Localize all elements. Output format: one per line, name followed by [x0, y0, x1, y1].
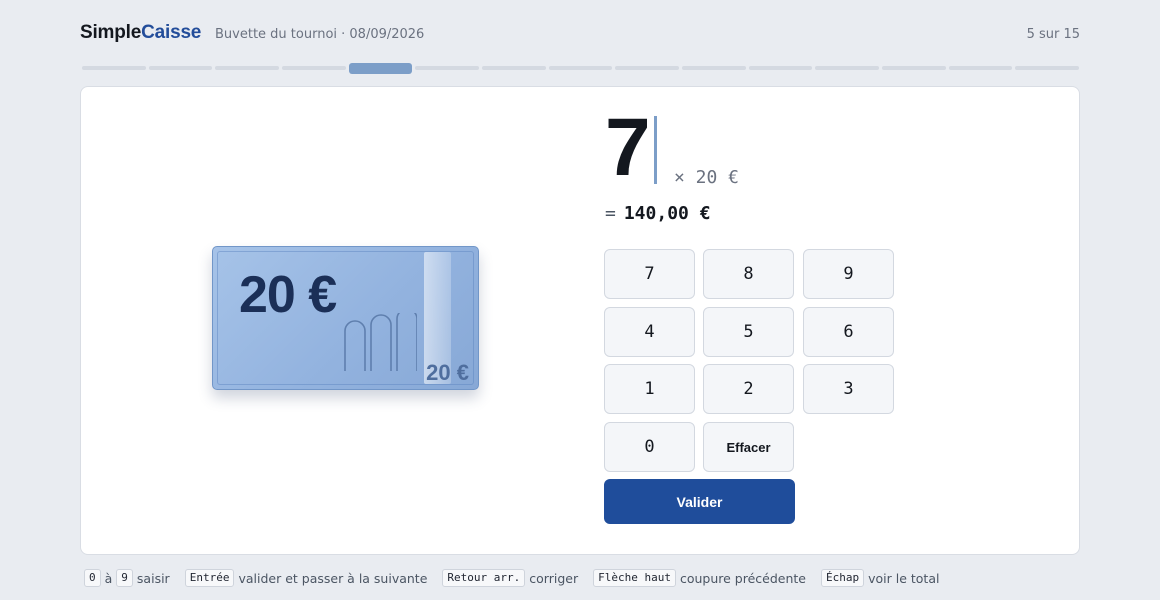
brand-name-part2: Caisse: [141, 22, 202, 43]
progress-step-15: [1015, 66, 1080, 70]
brand-name-part1: Simple: [80, 22, 142, 43]
progress-step-1: [82, 66, 146, 70]
key-1[interactable]: 1: [604, 364, 695, 414]
progress-step-14: [948, 66, 1013, 70]
key-7[interactable]: 7: [604, 249, 695, 299]
key-0[interactable]: 0: [604, 422, 695, 472]
hint-enter-action: valider et passer à la suivante: [238, 570, 428, 586]
progress-step-2: [148, 66, 213, 70]
banknote-image: 20 € 20 €: [212, 246, 479, 390]
hint-key-up: Flèche haut: [593, 569, 676, 587]
count-card: 20 € 20 € 7 × 20 € = 140,00 € 7 8 9 4 5 6…: [80, 86, 1080, 555]
quantity-display[interactable]: 7: [605, 107, 651, 189]
total-amount: 140,00 €: [623, 203, 711, 224]
hint-key-backspace: Retour arr.: [442, 569, 526, 587]
brand-logo: SimpleCaisse: [80, 22, 201, 44]
hint-digit-action: saisir: [136, 570, 170, 586]
validate-button[interactable]: Valider: [604, 479, 795, 524]
key-8[interactable]: 8: [703, 249, 794, 299]
step-counter: 5 sur 15: [1026, 27, 1080, 42]
key-2[interactable]: 2: [703, 364, 794, 414]
key-4[interactable]: 4: [604, 307, 695, 357]
unit-multiplier: × 20 €: [674, 167, 740, 188]
hint-backspace-action: corriger: [529, 570, 579, 586]
hint-key-enter: Entrée: [184, 569, 235, 587]
progress-step-8: [548, 66, 613, 70]
banknote-small-value: 20 €: [426, 360, 469, 385]
progress-step-10: [682, 66, 746, 70]
progress-step-5: [348, 62, 413, 74]
banknote-arches-icon: [344, 313, 417, 371]
key-9[interactable]: 9: [803, 249, 894, 299]
text-cursor: [654, 116, 657, 184]
line-total: = 140,00 €: [605, 203, 711, 224]
equals-sign: =: [605, 203, 616, 224]
progress-step-6: [415, 66, 480, 70]
key-3[interactable]: 3: [803, 364, 894, 414]
hint-key-esc: Échap: [820, 569, 865, 587]
key-5[interactable]: 5: [703, 307, 794, 357]
keyboard-hints: 0 à 9 saisir Entrée valider et passer à …: [84, 568, 939, 588]
session-subtitle: Buvette du tournoi · 08/09/2026: [215, 27, 425, 42]
hint-up-action: coupure précédente: [679, 570, 806, 586]
progress-step-7: [482, 66, 546, 70]
progress-bar: [82, 62, 1080, 74]
progress-step-12: [815, 66, 880, 70]
app-header: SimpleCaisse Buvette du tournoi · 08/09/…: [80, 22, 1080, 50]
clear-button[interactable]: Effacer: [703, 422, 794, 472]
banknote-value: 20 €: [239, 266, 337, 324]
progress-step-4: [282, 66, 346, 70]
key-6[interactable]: 6: [803, 307, 894, 357]
hint-esc-action: voir le total: [868, 570, 940, 586]
progress-step-3: [215, 66, 280, 70]
hint-key-0: 0: [84, 569, 101, 587]
progress-step-11: [748, 66, 813, 70]
hint-range-word: à: [104, 570, 113, 586]
progress-step-9: [615, 66, 680, 70]
progress-step-13: [882, 66, 946, 70]
hint-key-9: 9: [116, 569, 133, 587]
